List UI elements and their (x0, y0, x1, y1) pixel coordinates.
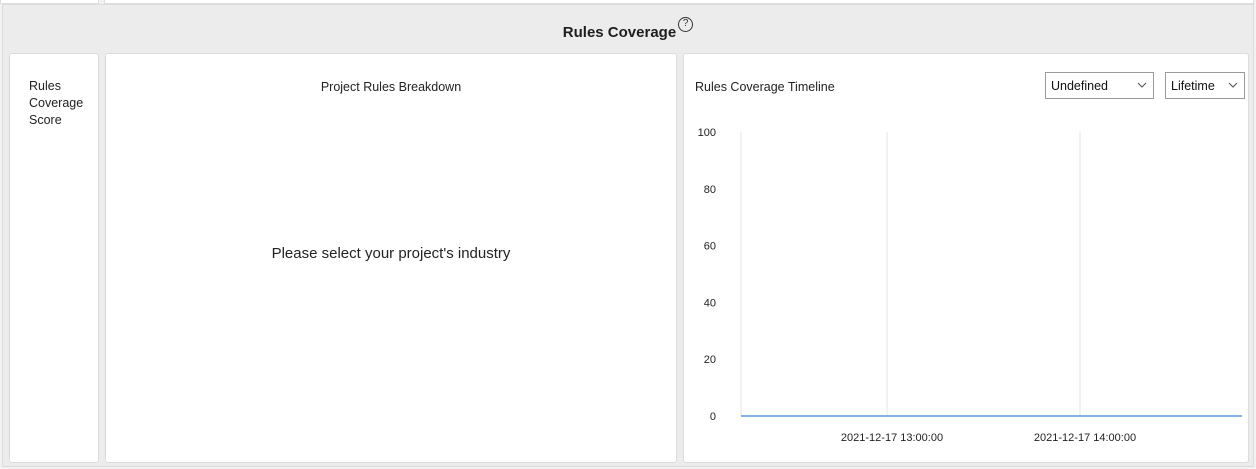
chevron-down-icon (1137, 82, 1147, 88)
rules-coverage-timeline-card: 0 20 40 60 80 100 2021-12-17 13:00:00 2021-12-1… (683, 53, 1249, 463)
time-range-select-value: Lifetime (1171, 78, 1215, 93)
y-tick-label: 40 (704, 297, 716, 309)
score-label-line: Rules (29, 79, 61, 93)
x-tick-label: 2021-12-17 13:00:00 (841, 432, 943, 444)
chevron-down-icon (1228, 82, 1238, 88)
section-header: Rules Coverage ? (3, 5, 1253, 53)
x-tick-label: 2021-12-17 14:00:00 (1034, 432, 1136, 444)
breakdown-title: Project Rules Breakdown (320, 80, 462, 94)
y-tick-label: 60 (704, 241, 716, 253)
y-tick-label: 80 (704, 184, 716, 196)
score-label-line: Coverage (29, 96, 84, 110)
rules-coverage-section: Rules Coverage ? Rules Coverage Score Pr… (2, 4, 1254, 467)
timeline-title: Rules Coverage Timeline (695, 80, 835, 94)
y-tick-label: 100 (698, 127, 716, 139)
timeline-chart: 0 20 40 60 80 100 2021-12-17 13:00:00 2021-12-1… (698, 127, 1242, 444)
empty-state-message: Please select your project's industry (271, 245, 511, 262)
industry-select-value: Undefined (1051, 78, 1108, 93)
score-label-line: Score (29, 113, 62, 127)
y-tick-label: 0 (710, 411, 716, 423)
project-rules-breakdown-card: Project Rules Breakdown Please select yo… (105, 53, 677, 463)
page: Rules Coverage ? Rules Coverage Score Pr… (0, 0, 1256, 469)
rules-coverage-score-card: Rules Coverage Score (9, 53, 99, 463)
industry-select[interactable]: Undefined (1045, 72, 1154, 99)
question-circle-icon[interactable]: ? (678, 16, 694, 32)
score-label: Rules Coverage Score (29, 78, 95, 129)
time-range-select[interactable]: Lifetime (1165, 72, 1245, 99)
section-title: Rules Coverage (562, 23, 677, 41)
y-tick-label: 20 (704, 354, 716, 366)
